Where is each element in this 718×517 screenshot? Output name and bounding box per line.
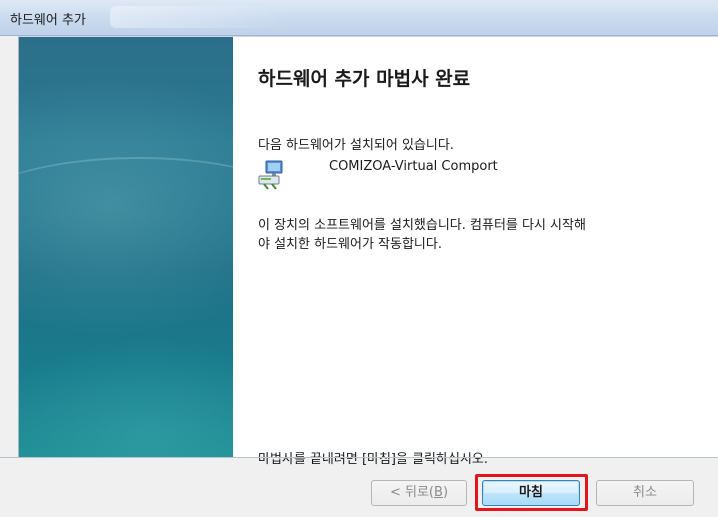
button-bar-divider (0, 457, 718, 458)
window-title: 하드웨어 추가 (10, 13, 86, 28)
cancel-button[interactable]: 취소 (596, 480, 694, 506)
installed-intro-text: 다음 하드웨어가 설치되어 있습니다. (258, 138, 454, 153)
back-button[interactable]: < 뒤로(B) (371, 480, 467, 506)
restart-notice-line2: 야 설치한 하드웨어가 작동합니다. (258, 237, 442, 252)
wizard-heading: 하드웨어 추가 마법사 완료 (258, 68, 471, 90)
network-device-icon (258, 160, 284, 190)
add-hardware-wizard-window: 하드웨어 추가 하드웨어 추가 마법사 완료 다음 하드웨어가 설치되어 있습니… (0, 0, 718, 517)
title-bar[interactable]: 하드웨어 추가 (0, 0, 718, 36)
device-name: COMIZOA-Virtual Comport (329, 159, 498, 174)
finish-button[interactable]: 마침 (482, 480, 580, 506)
restart-notice-line1: 이 장치의 소프트웨어를 설치했습니다. 컴퓨터를 다시 시작해 (258, 218, 586, 233)
title-bar-glass (110, 6, 290, 28)
wizard-side-banner (19, 37, 233, 457)
